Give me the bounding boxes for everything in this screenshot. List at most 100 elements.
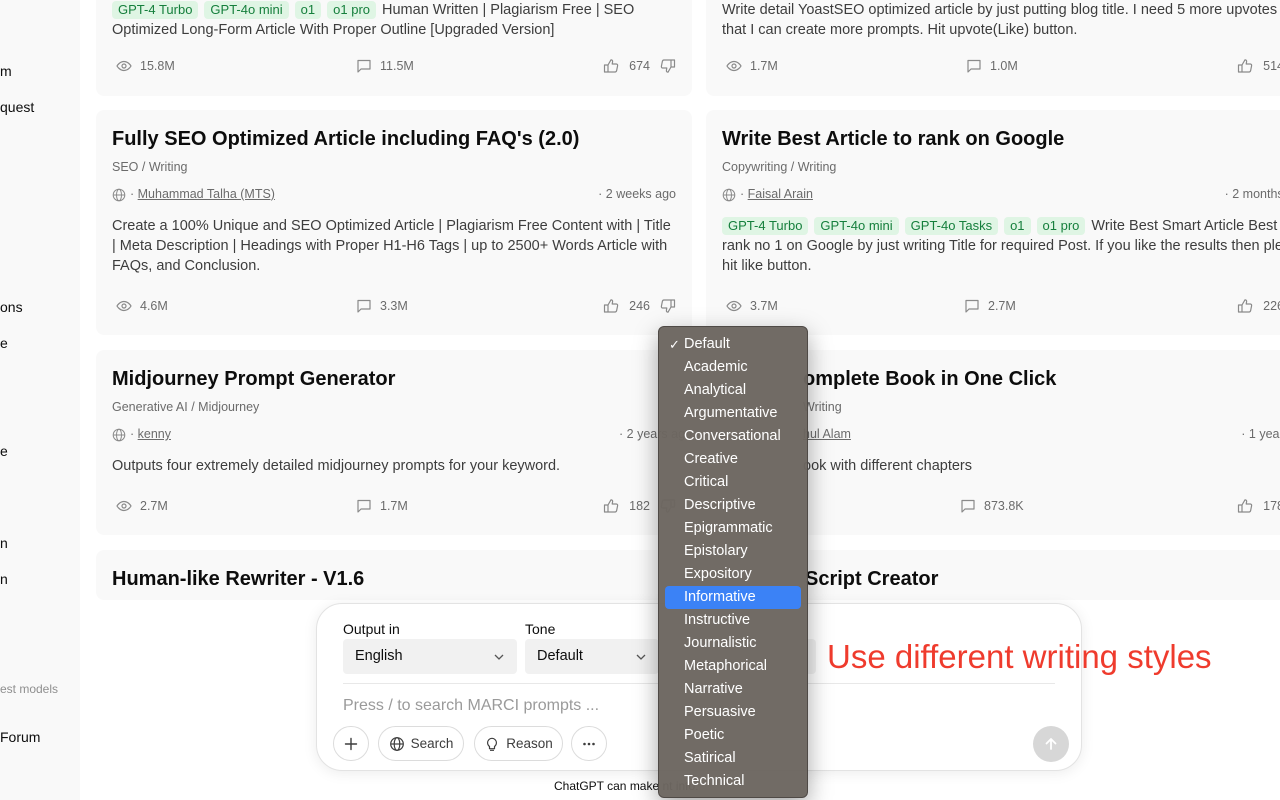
prompt-title[interactable]: Write Best Article to rank on Google [722, 128, 1064, 151]
thumbs-up-icon[interactable] [1237, 498, 1253, 514]
sidebar-item[interactable]: quest [0, 99, 34, 115]
tone-option-creative[interactable]: Creative [665, 448, 801, 471]
reason-button[interactable]: Reason [474, 726, 563, 761]
prompt-title[interactable]: Fully SEO Optimized Article including FA… [112, 128, 579, 151]
comments-stat: 11.5M [356, 58, 414, 74]
author-link[interactable]: Muhammad Talha (MTS) [138, 187, 275, 201]
sidebar-item[interactable]: n [0, 571, 8, 587]
prompt-title[interactable]: Human-like Rewriter - V1.6 [112, 568, 364, 591]
author-link[interactable]: Faisal Arain [748, 187, 813, 201]
tone-option-descriptive[interactable]: Descriptive [665, 494, 801, 517]
tone-option-argumentative[interactable]: Argumentative [665, 402, 801, 425]
thumbs-up-icon[interactable] [603, 498, 619, 514]
card-stats: 1.7M 1.0M 514 [722, 58, 1280, 78]
tone-option-journalistic[interactable]: Journalistic [665, 632, 801, 655]
views-count: 15.8M [140, 59, 175, 73]
thumbs-up-icon[interactable] [1237, 58, 1253, 74]
tone-option-epistolary[interactable]: Epistolary [665, 540, 801, 563]
prompt-card[interactable]: Write detail YoastSEO optimized article … [706, 0, 1280, 96]
prompt-card[interactable]: GPT-4 Turbo GPT-4o mini o1 o1 pro Human Writ… [96, 0, 692, 96]
prompt-title[interactable]: Script Creator [805, 568, 938, 591]
model-tag: o1 [1004, 217, 1031, 235]
prompt-card[interactable]: Write Best Article to rank on Google Cop… [706, 110, 1280, 335]
tone-option-expository[interactable]: Expository [665, 563, 801, 586]
prompt-description: Write detail YoastSEO optimized article … [722, 2, 1280, 38]
thumbs-up-icon[interactable] [603, 298, 619, 314]
comment-icon [357, 59, 371, 73]
send-button[interactable] [1033, 726, 1069, 762]
tone-option-narrative[interactable]: Narrative [665, 678, 801, 701]
add-button[interactable] [333, 726, 369, 761]
sidebar-item[interactable]: n [0, 535, 8, 551]
prompt-age: · 2 months ago [1224, 187, 1280, 201]
model-tag: o1 [294, 1, 322, 19]
output-language-select[interactable]: English [343, 639, 517, 674]
sidebar-item[interactable]: ons [0, 299, 23, 315]
prompt-description: GPT-4 Turbo GPT-4o mini GPT-4o Tasks o1 o1 p… [722, 216, 1280, 276]
likes-stat: 514 [1237, 58, 1280, 74]
sidebar-item-forum[interactable]: Forum [0, 729, 40, 745]
tone-option-satirical[interactable]: Satirical [665, 747, 801, 770]
prompt-meta: · Muhammad Talha (MTS) · 2 weeks ago [112, 187, 676, 205]
comments-stat: 2.7M [964, 298, 1016, 314]
globe-icon [722, 188, 736, 202]
thumbs-up-icon[interactable] [603, 58, 619, 74]
prompt-category: Generative AI / Midjourney [112, 400, 260, 414]
card-stats: 15.8M 11.5M 674 [112, 58, 676, 78]
prompt-meta: · kenny · 2 years ago [112, 427, 692, 445]
eye-icon [726, 300, 742, 312]
comments-count: 1.7M [380, 499, 408, 513]
globe-icon [112, 428, 126, 442]
likes-stat: 226 [1237, 298, 1280, 314]
comments-count: 1.0M [990, 59, 1018, 73]
more-options-button[interactable] [571, 726, 607, 761]
views-stat: 3.7M [726, 298, 778, 314]
thumbs-down-icon[interactable] [660, 58, 676, 74]
thumbs-up-icon[interactable] [1237, 298, 1253, 314]
likes-count: 178 [1263, 499, 1280, 513]
views-stat: 4.6M [116, 298, 168, 314]
prompt-meta: · Faisal Arain · 2 months ago [722, 187, 1280, 205]
model-tag: GPT-4 Turbo [722, 217, 809, 235]
tone-option-poetic[interactable]: Poetic [665, 724, 801, 747]
eye-icon [116, 60, 132, 72]
annotation-text: Use different writing styles [827, 638, 1212, 675]
tone-option-academic[interactable]: Academic [665, 356, 801, 379]
output-language-label: Output in [343, 621, 400, 637]
tone-option-metaphorical[interactable]: Metaphorical [665, 655, 801, 678]
search-button-label: Search [410, 736, 454, 751]
tone-option-epigrammatic[interactable]: Epigrammatic [665, 517, 801, 540]
author-link[interactable]: hul Alam [803, 427, 851, 441]
sidebar-item[interactable]: e [0, 443, 8, 459]
comments-count: 2.7M [988, 299, 1016, 313]
author-link[interactable]: kenny [138, 427, 171, 441]
tone-option-default[interactable]: ✓ Default [665, 333, 801, 356]
sidebar-item[interactable]: m [0, 63, 12, 79]
views-stat: 1.7M [726, 58, 778, 74]
comments-count: 11.5M [380, 59, 414, 73]
search-button[interactable]: Search [378, 726, 464, 761]
views-count: 2.7M [140, 499, 168, 513]
tone-option-critical[interactable]: Critical [665, 471, 801, 494]
tone-option-analytical[interactable]: Analytical [665, 379, 801, 402]
tone-option-informative[interactable]: Informative [665, 586, 801, 609]
prompt-card[interactable]: Fully SEO Optimized Article including FA… [96, 110, 692, 335]
tone-option-instructive[interactable]: Instructive [665, 609, 801, 632]
prompt-title[interactable]: omplete Book in One Click [803, 368, 1056, 391]
prompt-title[interactable]: Midjourney Prompt Generator [112, 368, 395, 391]
prompt-card[interactable]: Human-like Rewriter - V1.6 [96, 550, 692, 600]
prompt-description: ook with different chapters [803, 458, 972, 474]
comments-stat: 1.7M [356, 498, 408, 514]
tone-option-label: Default [684, 336, 730, 352]
prompt-category: Copywriting / Writing [722, 160, 837, 174]
tone-option-technical[interactable]: Technical [665, 770, 801, 793]
prompt-category: Writing [803, 400, 842, 414]
sidebar-item[interactable]: e [0, 335, 8, 351]
views-count: 3.7M [750, 299, 778, 313]
prompt-card[interactable]: Midjourney Prompt Generator Generative A… [96, 350, 692, 535]
tone-option-conversational[interactable]: Conversational [665, 425, 801, 448]
thumbs-down-icon[interactable] [660, 298, 676, 314]
tone-option-persuasive[interactable]: Persuasive [665, 701, 801, 724]
card-stats: 2.7M 1.7M 182 [112, 498, 676, 518]
tone-select[interactable]: Default [525, 639, 659, 674]
